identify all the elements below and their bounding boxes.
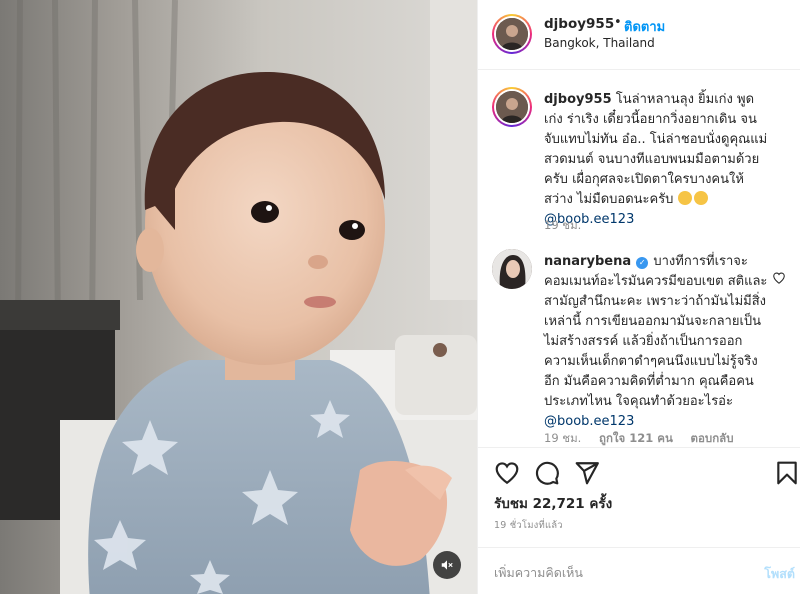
bookmark-icon[interactable]	[774, 460, 800, 486]
send-icon[interactable]	[574, 460, 600, 486]
caption-author-avatar[interactable]	[492, 87, 532, 127]
caption-avatar-image	[496, 91, 528, 123]
comment-meta: 19 ชม. ถูกใจ 121 คน ตอบกลับ	[544, 430, 748, 447]
caption-text: โนล่าหลานลุง ยิ้มเก่ง พูดเก่ง ร่าเริง เด…	[544, 92, 768, 207]
video-frame-image	[0, 0, 477, 594]
author-username[interactable]: djboy955	[544, 16, 614, 32]
comment-like-heart-icon[interactable]	[772, 271, 786, 285]
pensive-emoji-icon	[693, 191, 708, 205]
commenter-username[interactable]: nanarybena	[544, 254, 631, 269]
caption-time[interactable]: 19 ชม.	[544, 218, 581, 232]
post-location[interactable]: Bangkok, Thailand	[544, 36, 655, 50]
comment-icon[interactable]	[534, 460, 560, 486]
comment-reply-button[interactable]: ตอบกลับ	[691, 431, 734, 445]
verified-badge-icon: ✓	[636, 257, 649, 269]
post-video[interactable]	[0, 0, 477, 594]
comment-text: บางทีการที่เราจะคอมเมนท์อะไรมันควรมีขอบเ…	[544, 254, 768, 409]
author-avatar[interactable]	[492, 14, 532, 54]
comment-text-block: nanarybena ✓ บางทีการที่เราจะคอมเมนท์อะไ…	[544, 252, 772, 432]
pensive-emoji-icon	[677, 191, 692, 205]
separator-dot: •	[614, 15, 622, 30]
comment-time[interactable]: 19 ชม.	[544, 431, 581, 445]
commenter-avatar[interactable]	[492, 249, 532, 289]
heart-icon[interactable]	[494, 460, 520, 486]
follow-button[interactable]: ติดตาม	[624, 16, 665, 37]
post-comment-button[interactable]: โพสต์	[764, 564, 795, 584]
mute-button[interactable]	[433, 551, 461, 579]
caption-text-block: djboy955 โนล่าหลานลุง ยิ้มเก่ง พูดเก่ง ร…	[544, 90, 772, 230]
caption-item: djboy955 โนล่าหลานลุง ยิ้มเก่ง พูดเก่ง ร…	[492, 87, 792, 247]
view-count[interactable]: รับชม 22,721 ครั้ง	[494, 492, 612, 514]
comment-item: nanarybena ✓ บางทีการที่เราจะคอมเมนท์อะไ…	[492, 249, 792, 447]
caption-meta: 19 ชม.	[544, 217, 595, 235]
comment-mention-link[interactable]: @boob.ee123	[544, 414, 634, 429]
add-comment-input[interactable]	[494, 562, 734, 582]
post-timestamp[interactable]: 19 ชั่วโมงที่แล้ว	[494, 518, 563, 533]
add-comment-bar: โพสต์	[478, 547, 800, 594]
post-side-panel: djboy955 • ติดตาม Bangkok, Thailand djbo…	[477, 0, 800, 594]
caption-username[interactable]: djboy955	[544, 92, 612, 107]
post-actions: รับชม 22,721 ครั้ง 19 ชั่วโมงที่แล้ว	[478, 447, 800, 547]
comments-list[interactable]: djboy955 โนล่าหลานลุง ยิ้มเก่ง พูดเก่ง ร…	[478, 71, 800, 447]
author-avatar-image	[496, 18, 528, 50]
post-header: djboy955 • ติดตาม Bangkok, Thailand	[478, 0, 800, 70]
comment-likes-count[interactable]: ถูกใจ 121 คน	[599, 431, 673, 445]
speaker-muted-icon	[441, 560, 453, 570]
commenter-avatar-image	[492, 249, 532, 289]
